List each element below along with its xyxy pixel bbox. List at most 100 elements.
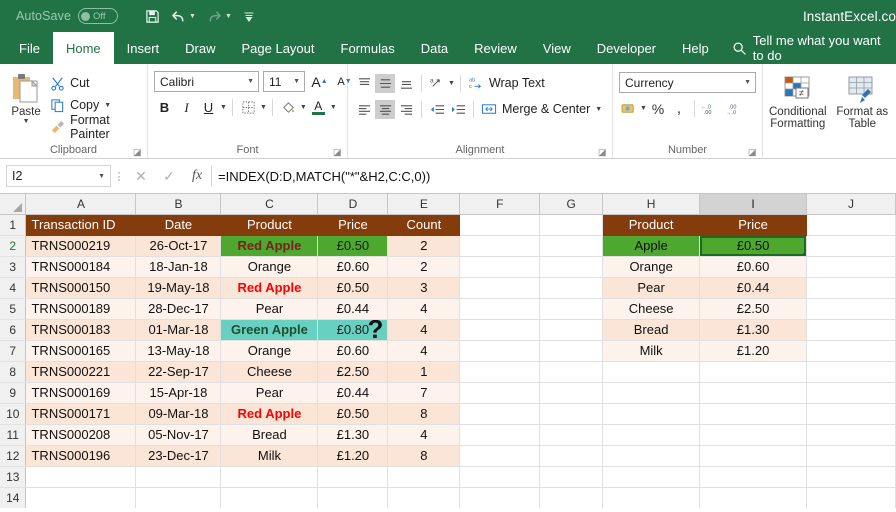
cell-h2[interactable]: Apple [602,235,701,257]
autosave-switch[interactable]: Off [78,8,119,24]
cell-b12[interactable]: 23-Dec-17 [135,445,222,467]
paste-dropdown-caret[interactable]: ▼ [23,118,30,125]
row-header-10[interactable]: 10 [0,403,27,425]
cell-j2[interactable] [806,235,896,257]
cell-i4[interactable]: £0.44 [699,277,807,299]
font-dialog-launcher[interactable]: ◪ [333,147,342,157]
cell-g2[interactable] [539,235,604,257]
cell-a5[interactable]: TRNS000189 [25,298,137,320]
cell-c12[interactable]: Milk [220,445,319,467]
cell-h14[interactable] [602,487,701,508]
cell-h9[interactable] [602,382,701,404]
cell-j7[interactable] [806,340,896,362]
cell-g4[interactable] [539,277,604,299]
tab-data[interactable]: Data [408,32,461,64]
column-header-g[interactable]: G [539,194,604,215]
customize-quick-access-icon[interactable] [239,4,259,28]
align-middle-button[interactable] [375,73,395,93]
cell-d3[interactable]: £0.60 [317,256,389,278]
cell-b13[interactable] [135,466,222,488]
cell-h7[interactable]: Milk [602,340,701,362]
cell-a8[interactable]: TRNS000221 [25,361,137,383]
cell-g1[interactable] [539,214,604,236]
cell-f13[interactable] [459,466,541,488]
cell-i13[interactable] [699,466,807,488]
row-header-14[interactable]: 14 [0,487,27,508]
cell-j3[interactable] [806,256,896,278]
align-center-button[interactable] [375,99,395,119]
cell-f2[interactable] [459,235,541,257]
confirm-icon[interactable]: ✓ [155,165,183,187]
cell-a9[interactable]: TRNS000169 [25,382,137,404]
cell-a6[interactable]: TRNS000183 [25,319,137,341]
cell-j9[interactable] [806,382,896,404]
row-header-9[interactable]: 9 [0,382,27,404]
cell-a14[interactable] [25,487,137,508]
insert-function-icon[interactable]: fx [183,165,211,187]
cell-e12[interactable]: 8 [387,445,461,467]
cell-i7[interactable]: £1.20 [699,340,807,362]
cell-g5[interactable] [539,298,604,320]
cell-f9[interactable] [459,382,541,404]
copy-dropdown-caret[interactable]: ▼ [104,102,111,109]
column-header-i[interactable]: I [699,194,807,215]
cell-d2[interactable]: £0.50 [317,235,389,257]
cell-g8[interactable] [539,361,604,383]
row-header-4[interactable]: 4 [0,277,27,299]
cell-h8[interactable] [602,361,701,383]
tell-me-search[interactable]: Tell me what you want to do [722,32,896,64]
orientation-dropdown-caret[interactable]: ▼ [448,80,455,87]
cell-g3[interactable] [539,256,604,278]
redo-icon[interactable]: ▼ [203,4,235,28]
borders-button[interactable] [238,97,259,118]
cell-b5[interactable]: 28-Dec-17 [135,298,222,320]
column-header-e[interactable]: E [387,194,461,215]
cell-c9[interactable]: Pear [220,382,319,404]
number-format-combo[interactable]: Currency ▼ [619,72,756,93]
cut-button[interactable]: Cut [48,72,141,94]
borders-dropdown-caret[interactable]: ▼ [260,104,267,111]
row-header-13[interactable]: 13 [0,466,27,488]
cell-c8[interactable]: Cheese [220,361,319,383]
cell-j5[interactable] [806,298,896,320]
cell-i5[interactable]: £2.50 [699,298,807,320]
cell-d11[interactable]: £1.30 [317,424,389,446]
increase-decimal-button[interactable]: ←.0.00 [700,99,724,118]
cell-c4[interactable]: Red Apple [220,277,319,299]
tab-review[interactable]: Review [461,32,530,64]
row-header-3[interactable]: 3 [0,256,27,278]
cell-i2[interactable]: £0.50 [699,235,807,257]
tab-page-layout[interactable]: Page Layout [229,32,328,64]
cell-h10[interactable] [602,403,701,425]
cancel-icon[interactable]: ✕ [127,165,155,187]
cell-i1[interactable]: Price [699,214,807,236]
row-header-11[interactable]: 11 [0,424,27,446]
align-top-button[interactable] [354,74,374,93]
cell-b9[interactable]: 15-Apr-18 [135,382,222,404]
cell-j1[interactable] [806,214,896,236]
underline-button[interactable]: U [198,97,219,118]
cell-d14[interactable] [317,487,389,508]
cell-h6[interactable]: Bread [602,319,701,341]
cell-f10[interactable] [459,403,541,425]
cell-e1[interactable]: Count [387,214,461,236]
cell-c10[interactable]: Red Apple [220,403,319,425]
cell-a13[interactable] [25,466,137,488]
cell-j13[interactable] [806,466,896,488]
bold-button[interactable]: B [154,97,175,118]
merge-center-dropdown-caret[interactable]: ▼ [595,106,602,113]
align-right-button[interactable] [396,100,416,119]
italic-button[interactable]: I [176,97,197,118]
align-left-button[interactable] [354,100,374,119]
cell-e2[interactable]: 2 [387,235,461,257]
cell-h5[interactable]: Cheese [602,298,701,320]
cell-a3[interactable]: TRNS000184 [25,256,137,278]
cell-b8[interactable]: 22-Sep-17 [135,361,222,383]
cell-e9[interactable]: 7 [387,382,461,404]
tab-draw[interactable]: Draw [172,32,228,64]
column-header-d[interactable]: D [317,194,389,215]
cell-a2[interactable]: TRNS000219 [25,235,137,257]
increase-font-size-button[interactable]: A ▲ [309,71,330,92]
cell-b7[interactable]: 13-May-18 [135,340,222,362]
cell-d10[interactable]: £0.50 [317,403,389,425]
